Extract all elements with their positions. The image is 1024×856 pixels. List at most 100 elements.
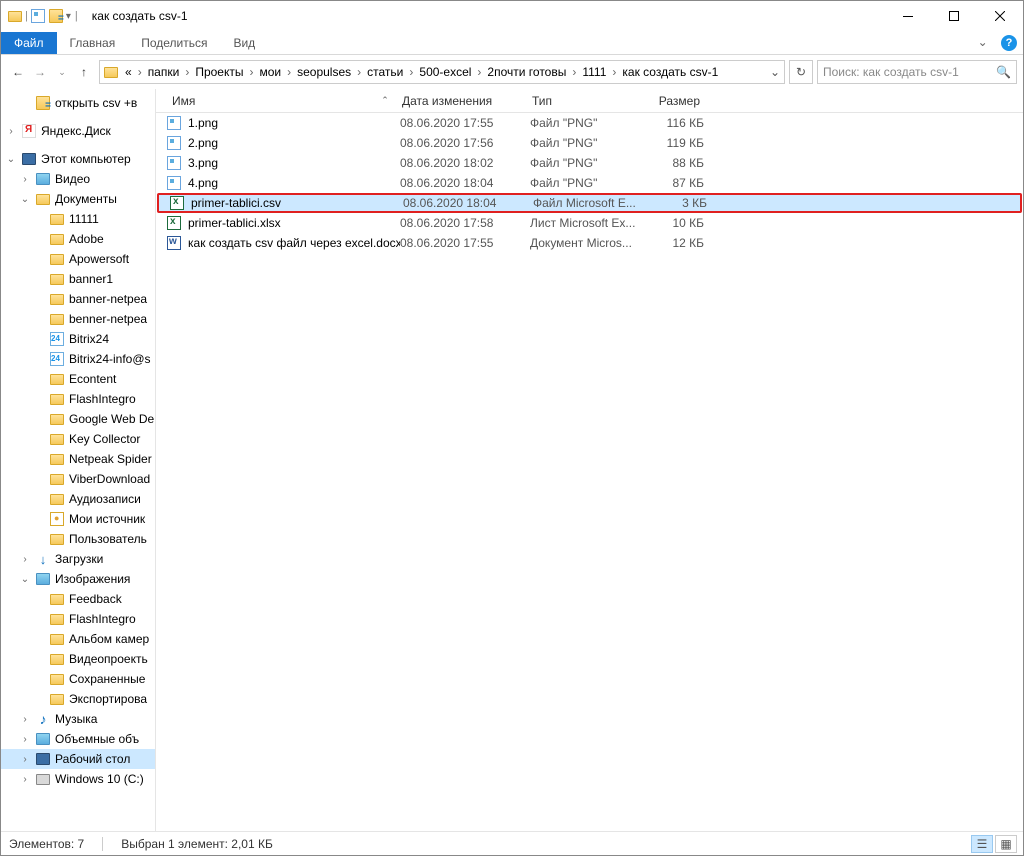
tab-home[interactable]: Главная <box>57 32 129 54</box>
column-date[interactable]: Дата изменения <box>396 94 526 108</box>
doc-icon[interactable] <box>30 8 46 24</box>
sidebar-item[interactable]: Экспортирова <box>1 689 155 709</box>
tab-share[interactable]: Поделиться <box>128 32 220 54</box>
breadcrumb-item[interactable]: как создать csv-1 <box>619 65 721 79</box>
sidebar-item[interactable]: ›Рабочий стол <box>1 749 155 769</box>
column-name[interactable]: Имя⌃ <box>166 94 396 108</box>
chevron-right-icon[interactable]: › <box>246 65 256 79</box>
ribbon-expand-icon[interactable]: ⌄ <box>978 35 988 49</box>
breadcrumb-prefix[interactable]: « <box>122 65 135 79</box>
help-icon[interactable]: ? <box>1001 35 1017 51</box>
sidebar-item[interactable]: Bitrix24 <box>1 329 155 349</box>
chevron-right-icon[interactable]: › <box>609 65 619 79</box>
breadcrumb-item[interactable]: 1111 <box>579 65 609 79</box>
sidebar-item[interactable]: Аудиозаписи <box>1 489 155 509</box>
file-row[interactable]: как создать csv файл через excel.docx08.… <box>156 233 1023 253</box>
sidebar-item[interactable]: Adobe <box>1 229 155 249</box>
sidebar-item[interactable]: ›Windows 10 (C:) <box>1 769 155 789</box>
sidebar-item[interactable]: ⌄Документы <box>1 189 155 209</box>
sidebar-item[interactable]: Bitrix24-info@s <box>1 349 155 369</box>
refresh-button[interactable]: ↻ <box>789 60 813 84</box>
view-details-button[interactable]: ☰ <box>971 835 993 853</box>
chevron-right-icon[interactable]: › <box>569 65 579 79</box>
chevron-right-icon[interactable]: › <box>135 65 145 79</box>
file-row[interactable]: 3.png08.06.2020 18:02Файл "PNG"88 КБ <box>156 153 1023 173</box>
breadcrumb[interactable]: « ›папки›Проекты›мои›seopulses›статьи›50… <box>99 60 785 84</box>
search-box[interactable]: 🔍 <box>817 60 1017 84</box>
search-icon[interactable]: 🔍 <box>996 65 1011 79</box>
chevron-right-icon[interactable]: › <box>474 65 484 79</box>
sidebar-item[interactable]: ›Объемные объ <box>1 729 155 749</box>
breadcrumb-item[interactable]: папки <box>145 65 183 79</box>
expand-icon[interactable]: ⌄ <box>5 154 17 165</box>
file-row[interactable]: primer-tablici.csv08.06.2020 18:04Файл M… <box>157 193 1022 213</box>
breadcrumb-item[interactable]: статьи <box>364 65 406 79</box>
nav-up-button[interactable]: ↑ <box>73 61 95 83</box>
close-button[interactable] <box>977 1 1023 31</box>
column-size[interactable]: Размер <box>636 94 706 108</box>
sidebar-item[interactable]: ViberDownload <box>1 469 155 489</box>
sidebar-item[interactable]: FlashIntegro <box>1 609 155 629</box>
sidebar-item[interactable]: ›Яндекс.Диск <box>1 121 155 141</box>
nav-back-button[interactable]: ← <box>7 61 29 83</box>
titlebar-dropdown-icon[interactable]: ▾ <box>66 11 71 22</box>
file-row[interactable]: primer-tablici.xlsx08.06.2020 17:58Лист … <box>156 213 1023 233</box>
sidebar-item[interactable]: Видеопроекть <box>1 649 155 669</box>
png-icon <box>166 115 182 131</box>
expand-icon[interactable]: › <box>19 554 31 565</box>
chevron-right-icon[interactable]: › <box>354 65 364 79</box>
breadcrumb-item[interactable]: 2почти готовы <box>484 65 569 79</box>
sidebar-item[interactable]: Apowersoft <box>1 249 155 269</box>
eq-icon[interactable] <box>48 8 64 24</box>
breadcrumb-dropdown-icon[interactable]: ⌄ <box>766 65 784 79</box>
disk-icon <box>35 771 51 787</box>
view-thumbnails-button[interactable]: ▦ <box>995 835 1017 853</box>
tab-file[interactable]: Файл <box>1 32 57 54</box>
sidebar-item[interactable]: ›Загрузки <box>1 549 155 569</box>
sidebar-item[interactable]: 11111 <box>1 209 155 229</box>
sidebar-item[interactable]: Feedback <box>1 589 155 609</box>
expand-icon[interactable]: › <box>5 126 17 137</box>
nav-forward-button[interactable]: → <box>29 61 51 83</box>
file-row[interactable]: 1.png08.06.2020 17:55Файл "PNG"116 КБ <box>156 113 1023 133</box>
sidebar-item[interactable]: FlashIntegro <box>1 389 155 409</box>
sidebar-item[interactable]: ⌄Этот компьютер <box>1 149 155 169</box>
sidebar-item[interactable]: ›Видео <box>1 169 155 189</box>
expand-icon[interactable]: › <box>19 734 31 745</box>
breadcrumb-item[interactable]: мои <box>256 65 284 79</box>
sidebar-item[interactable]: ⌄Изображения <box>1 569 155 589</box>
sidebar-item[interactable]: Google Web De <box>1 409 155 429</box>
sidebar-item[interactable]: benner-netpea <box>1 309 155 329</box>
sidebar-item[interactable]: Key Collector <box>1 429 155 449</box>
file-row[interactable]: 2.png08.06.2020 17:56Файл "PNG"119 КБ <box>156 133 1023 153</box>
breadcrumb-item[interactable]: 500-excel <box>416 65 474 79</box>
expand-icon[interactable]: ⌄ <box>19 574 31 585</box>
sidebar-item[interactable]: Пользователь <box>1 529 155 549</box>
sidebar-item[interactable]: открыть csv +в <box>1 93 155 113</box>
sidebar-item[interactable]: Альбом камер <box>1 629 155 649</box>
file-row[interactable]: 4.png08.06.2020 18:04Файл "PNG"87 КБ <box>156 173 1023 193</box>
expand-icon[interactable]: › <box>19 174 31 185</box>
search-input[interactable] <box>823 65 996 79</box>
sidebar-item[interactable]: banner1 <box>1 269 155 289</box>
expand-icon[interactable]: › <box>19 774 31 785</box>
expand-icon[interactable]: › <box>19 714 31 725</box>
expand-icon[interactable]: › <box>19 754 31 765</box>
maximize-button[interactable] <box>931 1 977 31</box>
sidebar-item[interactable]: Мои источник <box>1 509 155 529</box>
sidebar-item[interactable]: ›Музыка <box>1 709 155 729</box>
breadcrumb-item[interactable]: Проекты <box>192 65 246 79</box>
chevron-right-icon[interactable]: › <box>406 65 416 79</box>
sidebar-item[interactable]: Econtent <box>1 369 155 389</box>
breadcrumb-item[interactable]: seopulses <box>294 65 354 79</box>
sidebar-item[interactable]: Netpeak Spider <box>1 449 155 469</box>
minimize-button[interactable] <box>885 1 931 31</box>
chevron-right-icon[interactable]: › <box>284 65 294 79</box>
chevron-right-icon[interactable]: › <box>182 65 192 79</box>
tab-view[interactable]: Вид <box>220 32 268 54</box>
sidebar-item[interactable]: banner-netpea <box>1 289 155 309</box>
expand-icon[interactable]: ⌄ <box>19 194 31 205</box>
nav-recent-dropdown[interactable]: ⌄ <box>51 61 73 83</box>
column-type[interactable]: Тип <box>526 94 636 108</box>
sidebar-item[interactable]: Сохраненные <box>1 669 155 689</box>
